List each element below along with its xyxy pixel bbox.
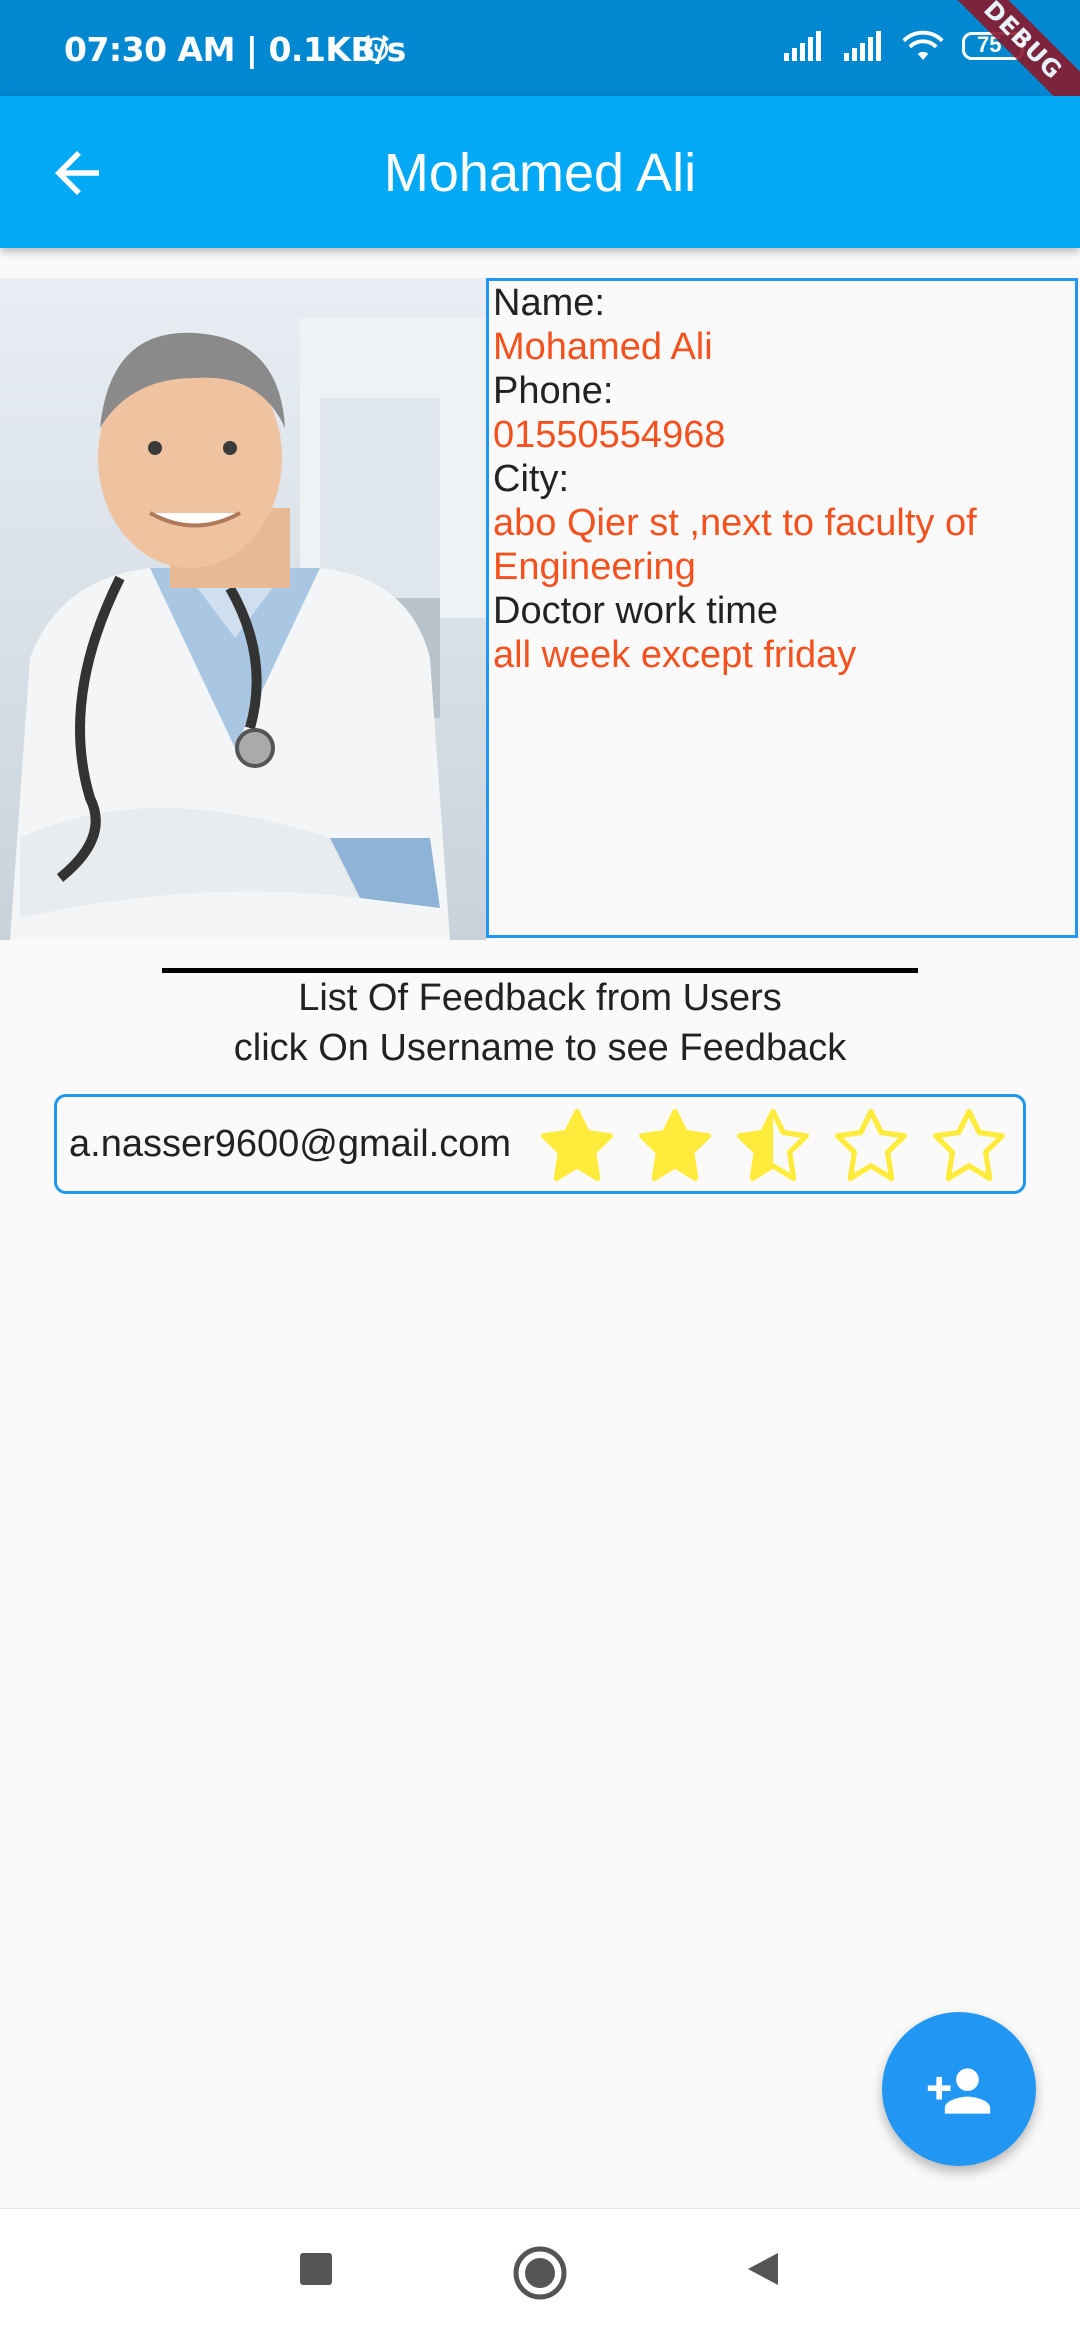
circle-icon: [513, 2246, 567, 2300]
name-label: Name:: [493, 282, 605, 324]
home-button[interactable]: [512, 2245, 568, 2301]
wifi-icon: [902, 30, 944, 60]
phone-label: Phone:: [493, 370, 614, 412]
feedback-title: List Of Feedback from Users: [298, 977, 782, 1019]
work-time-value: all week except friday: [493, 634, 857, 676]
page-title: Mohamed Ali: [383, 143, 697, 203]
signal-icon: [784, 31, 821, 61]
recents-button[interactable]: [296, 2249, 336, 2289]
work-time-label: Doctor work time: [493, 590, 779, 632]
star-icon: [933, 1109, 1005, 1181]
phone-value: 01550554968: [493, 414, 726, 456]
triangle-back-icon: [748, 2253, 778, 2285]
rating-stars: [537, 1105, 1009, 1185]
doctor-photo: [0, 278, 486, 940]
square-icon: [300, 2253, 332, 2285]
status-time-speed: 07:30 AM | 0.1KB/s: [64, 30, 406, 69]
person-add-icon: [927, 2068, 991, 2114]
back-nav-button[interactable]: [742, 2249, 782, 2289]
signal-icon-2: [844, 31, 881, 61]
feedback-username[interactable]: a.nasser9600@gmail.com: [69, 1123, 511, 1166]
star-icon: [639, 1109, 711, 1181]
city-value: abo Qier st ,next to faculty of Engineer…: [493, 502, 977, 588]
star-icon: [835, 1109, 907, 1181]
star-icon: [541, 1109, 613, 1181]
doctor-info-panel: Name: Mohamed Ali Phone: 01550554968 Cit…: [486, 278, 1078, 938]
city-label: City:: [493, 458, 569, 500]
status-bar: 07:30 AM | 0.1KB/s 75 DEBUG: [0, 0, 1080, 135]
alarm-icon: [363, 34, 389, 62]
add-person-button[interactable]: [882, 2012, 1036, 2166]
feedback-list-item[interactable]: a.nasser9600@gmail.com: [54, 1094, 1026, 1194]
system-nav-bar: [0, 2208, 1080, 2341]
app-bar: Mohamed Ali: [0, 96, 1080, 248]
name-value: Mohamed Ali: [493, 326, 713, 368]
feedback-subtitle: click On Username to see Feedback: [233, 1027, 847, 1069]
star-icon: [737, 1109, 809, 1181]
